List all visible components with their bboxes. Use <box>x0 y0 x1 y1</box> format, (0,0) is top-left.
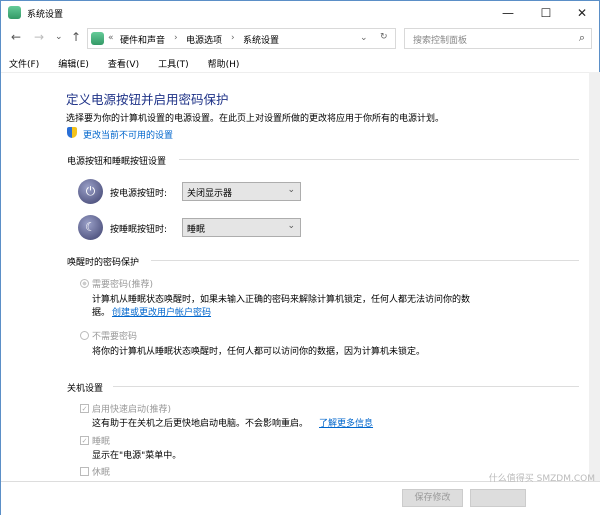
divider <box>113 386 579 387</box>
section-shutdown: 关机设置 <box>67 384 104 394</box>
watermark: 什么值得买 SMZDM.COM <box>488 474 595 484</box>
no-password-desc: 将你的计算机从睡眠状态唤醒时，任何人都可以访问你的数据，因为计算机未锁定。 <box>92 347 426 357</box>
chevron-down-icon: ⌄ <box>287 221 295 231</box>
control-panel-icon <box>91 32 104 45</box>
require-password-label: 需要密码(推荐) <box>92 280 154 290</box>
title-bar: 系统设置 — ☐ ✕ <box>1 1 600 25</box>
require-password-desc: 计算机从睡眠状态唤醒时，如果未输入正确的密码来解除计算机锁定，任何人都无法访问你… <box>92 295 471 305</box>
no-password-label: 不需要密码 <box>92 332 138 342</box>
close-button[interactable]: ✕ <box>567 3 597 23</box>
require-password-radio[interactable] <box>80 279 89 288</box>
no-password-radio[interactable] <box>80 331 89 340</box>
breadcrumb-sep[interactable]: › <box>231 33 235 43</box>
section-password: 唤醒时的密码保护 <box>67 258 140 268</box>
divider <box>179 159 579 160</box>
sleep-button-select[interactable]: 睡眠 ⌄ <box>182 218 301 237</box>
search-placeholder: 搜索控制面板 <box>413 36 468 46</box>
learn-more-link[interactable]: 了解更多信息 <box>319 416 373 429</box>
power-button-icon: ⏻ <box>78 179 103 204</box>
cancel-button[interactable] <box>470 489 526 507</box>
menu-help[interactable]: 帮助(H) <box>208 60 240 70</box>
search-icon[interactable]: ⌕ <box>579 31 585 45</box>
menu-tools[interactable]: 工具(T) <box>158 60 189 70</box>
breadcrumb-system[interactable]: 系统设置 <box>243 33 279 46</box>
vertical-scrollbar[interactable] <box>589 72 600 481</box>
back-arrow-icon[interactable]: ← <box>11 30 21 44</box>
recent-pages-icon[interactable]: ⌄ <box>55 32 63 42</box>
uac-shield-icon <box>67 127 77 138</box>
save-button[interactable]: 保存修改 <box>402 489 463 507</box>
chevron-down-icon: ⌄ <box>287 185 295 195</box>
section-power-buttons: 电源按钮和睡眠按钮设置 <box>67 157 167 167</box>
sleep-checkbox[interactable]: ✓ <box>80 436 89 445</box>
maximize-button[interactable]: ☐ <box>531 3 561 23</box>
menu-edit[interactable]: 编辑(E) <box>58 60 89 70</box>
menu-file[interactable]: 文件(F) <box>9 60 39 70</box>
forward-arrow-icon[interactable]: → <box>34 30 44 44</box>
minimize-button[interactable]: — <box>493 3 523 23</box>
control-panel-icon <box>8 6 21 19</box>
sleep-checkbox-label: 睡眠 <box>92 437 111 447</box>
change-settings-link[interactable]: 更改当前不可用的设置 <box>83 128 173 141</box>
power-button-label: 按电源按钮时: <box>110 189 168 199</box>
page-title: 定义电源按钮并启用密码保护 <box>66 92 229 107</box>
breadcrumb-hardware[interactable]: 硬件和声音 <box>120 33 165 46</box>
menu-bar: 文件(F) 编辑(E) 查看(V) 工具(T) 帮助(H) <box>9 57 258 70</box>
power-button-select[interactable]: 关闭显示器 ⌄ <box>182 182 301 201</box>
up-arrow-icon[interactable]: ↑ <box>71 30 81 44</box>
address-bar[interactable]: « 硬件和声音 › 电源选项 › 系统设置 ⌄ ↻ <box>87 28 396 49</box>
refresh-icon[interactable]: ↻ <box>380 32 388 42</box>
page-description: 选择要为你的计算机设置的电源设置。在此页上对设置所做的更改将应用于你所有的电源计… <box>66 114 445 124</box>
fast-startup-desc: 这有助于在关机之后更快地启动电脑。不会影响重启。 <box>92 419 309 429</box>
hibernate-label: 休眠 <box>92 468 111 478</box>
fast-startup-label: 启用快速启动(推荐) <box>92 405 172 415</box>
power-button-value: 关闭显示器 <box>187 189 233 199</box>
divider <box>151 260 579 261</box>
breadcrumb-power[interactable]: 电源选项 <box>186 33 222 46</box>
menu-view[interactable]: 查看(V) <box>108 60 139 70</box>
overflow-chevron[interactable]: « <box>108 33 114 43</box>
window-title: 系统设置 <box>27 10 64 20</box>
fast-startup-checkbox[interactable]: ✓ <box>80 404 89 413</box>
search-input[interactable]: 搜索控制面板 ⌕ <box>404 28 592 49</box>
hibernate-checkbox[interactable] <box>80 467 89 476</box>
change-password-link[interactable]: 创建或更改用户帐户密码 <box>112 305 211 318</box>
sleep-button-icon: ☾ <box>78 215 103 240</box>
sleep-button-label: 按睡眠按钮时: <box>110 225 168 235</box>
sleep-button-value: 睡眠 <box>187 225 206 235</box>
sleep-checkbox-desc: 显示在"电源"菜单中。 <box>92 451 182 461</box>
address-dropdown-icon[interactable]: ⌄ <box>360 33 368 43</box>
require-password-desc2: 据。 <box>92 308 111 318</box>
breadcrumb-sep[interactable]: › <box>174 33 178 43</box>
